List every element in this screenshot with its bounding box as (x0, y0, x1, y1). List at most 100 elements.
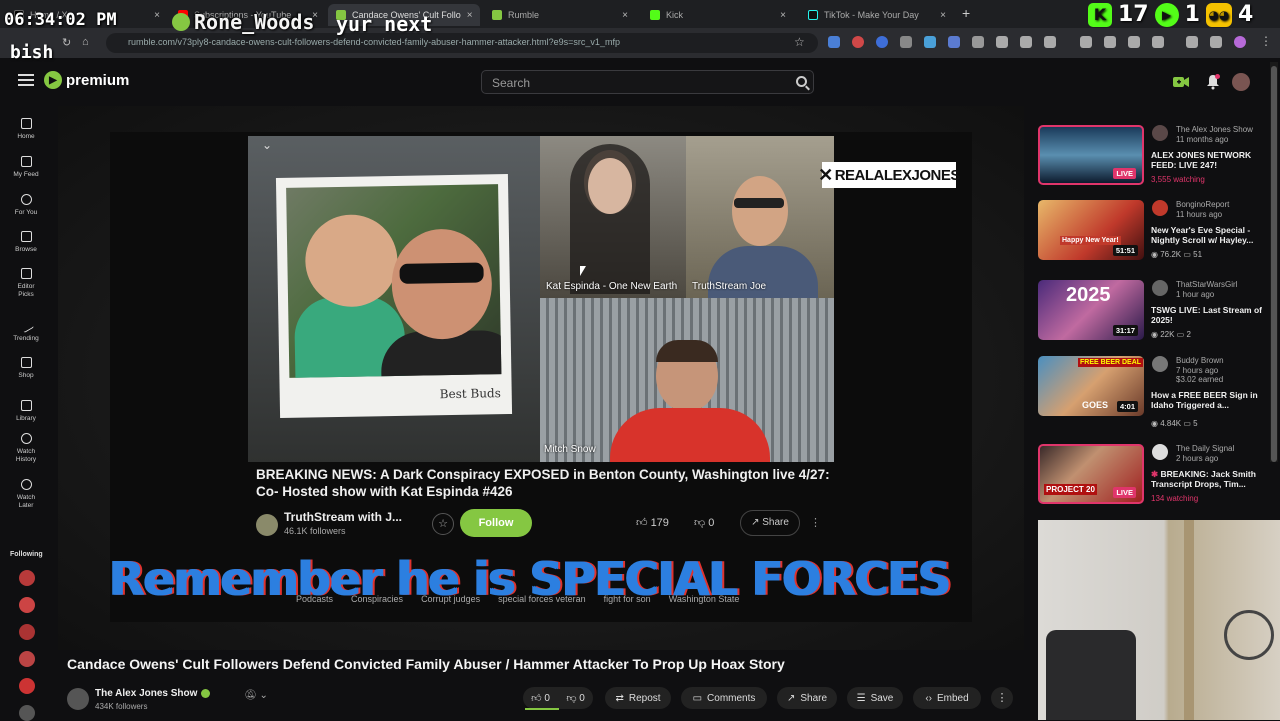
tab-tiktok[interactable]: TikTok - Make Your Day × (800, 4, 954, 26)
label: Repost (628, 692, 661, 704)
following-avatar[interactable] (19, 705, 35, 721)
search-input[interactable]: Search (481, 70, 814, 94)
bookmark-star-icon[interactable]: ☆ (794, 35, 805, 49)
recommendation-item[interactable]: Happy New Year! 51:51 BonginoReport 11 h… (1038, 200, 1268, 262)
new-tab-icon[interactable]: + (962, 5, 970, 21)
extension-icon[interactable] (948, 36, 960, 48)
extension-icon[interactable] (972, 36, 984, 48)
sidebar-item-for-you[interactable]: For You (0, 194, 52, 216)
follower-count: 434K followers (95, 702, 148, 711)
recommendation-item[interactable]: 2025 31:17 ThatStarWarsGirl 1 hour ago T… (1038, 280, 1268, 342)
scrollbar-thumb[interactable] (1271, 66, 1277, 462)
recommendation-item[interactable]: LIVE The Alex Jones Show 11 months ago A… (1038, 125, 1268, 187)
url-field[interactable]: rumble.com/v73ply8-candace-owens-cult-fo… (106, 33, 818, 53)
video-thumbnail[interactable]: FREE BEER DEAL GOES 4:01 (1038, 356, 1144, 416)
channel-avatar[interactable] (1152, 280, 1168, 296)
sidebar-item-editor-picks[interactable]: Editor Picks (0, 268, 52, 299)
more-options-icon[interactable]: ⋮ (991, 687, 1013, 709)
video-thumbnail[interactable]: Happy New Year! 51:51 (1038, 200, 1144, 260)
channel-name[interactable]: The Alex Jones Show (1176, 125, 1253, 134)
thumbnail-text: FREE BEER DEAL (1078, 358, 1144, 367)
like-button[interactable]: 👍︎ 0 (531, 692, 550, 704)
video-title[interactable]: New Year's Eve Special - Nightly Scroll … (1151, 225, 1269, 245)
comments-button[interactable]: ▭ Comments (681, 687, 767, 709)
reload-icon[interactable]: ↻ (62, 36, 71, 49)
video-title[interactable]: ALEX JONES NETWORK FEED: LIVE 247! (1151, 150, 1269, 170)
video-player[interactable]: Best Buds Kat Espinda - One New Earth Tr… (58, 106, 1024, 650)
channel-name[interactable]: The Alex Jones Show (95, 688, 211, 699)
sidebar-item-watch-later[interactable]: Watch Later (0, 479, 52, 510)
extension-icon[interactable] (924, 36, 936, 48)
close-icon[interactable]: × (154, 10, 160, 21)
hamburger-menu-icon[interactable] (18, 74, 34, 86)
avatar[interactable] (1232, 73, 1250, 91)
channel-avatar[interactable] (1152, 356, 1168, 372)
video-thumbnail[interactable]: PROJECT 20 LIVE (1038, 444, 1144, 504)
extension-icon[interactable] (828, 36, 840, 48)
extension-icon[interactable] (1186, 36, 1198, 48)
video-thumbnail[interactable]: LIVE (1038, 125, 1144, 185)
thumbs-up-icon: 👍︎ (531, 693, 545, 704)
following-avatar[interactable] (19, 678, 35, 694)
channel-avatar[interactable] (67, 688, 89, 710)
sidebar-item-shop[interactable]: Shop (0, 357, 52, 379)
extension-icon[interactable] (852, 36, 864, 48)
close-icon[interactable]: × (940, 10, 946, 21)
recommendation-item[interactable]: PROJECT 20 LIVE The Daily Signal 2 hours… (1038, 444, 1268, 506)
tab-kick[interactable]: Kick × (642, 4, 794, 26)
video-title[interactable]: ✱ BREAKING: Jack Smith Transcript Drops,… (1151, 469, 1269, 489)
embed-button[interactable]: ‹› Embed (913, 687, 981, 709)
channel-name[interactable]: Buddy Brown (1176, 356, 1224, 365)
profile-icon[interactable] (1234, 36, 1246, 48)
repost-button[interactable]: ⇄ Repost (605, 687, 671, 709)
comment-icon: ▭ (1181, 419, 1194, 428)
following-avatar[interactable] (19, 651, 35, 667)
menu-dots-icon[interactable]: ⋮ (1260, 34, 1272, 48)
video-stats: ◉ 22K ▭ 2 (1151, 330, 1191, 339)
channel-name[interactable]: BonginoReport (1176, 200, 1229, 209)
channel-avatar[interactable] (1152, 444, 1168, 460)
close-icon[interactable]: × (622, 10, 628, 21)
extension-icon[interactable] (996, 36, 1008, 48)
recommendation-item[interactable]: FREE BEER DEAL GOES 4:01 Buddy Brown 7 h… (1038, 356, 1269, 428)
save-button[interactable]: ☰ Save (847, 687, 903, 709)
tab-rumble[interactable]: Rumble × (484, 4, 636, 26)
stream-stats: K 17 ▶ 1 ◕◕ 4 (1088, 2, 1253, 27)
sidebar-item-home[interactable]: Home (0, 118, 52, 140)
sidebar-item-library[interactable]: Library (0, 400, 52, 422)
close-icon[interactable]: × (780, 10, 786, 21)
upload-icon[interactable] (1172, 73, 1190, 91)
dislike-button[interactable]: 👎︎ 0 (566, 692, 585, 704)
channel-avatar[interactable] (1152, 200, 1168, 216)
extension-icon[interactable] (900, 36, 912, 48)
video-thumbnail[interactable]: 2025 31:17 (1038, 280, 1144, 340)
following-avatar[interactable] (19, 597, 35, 613)
notification-bell-icon[interactable] (1204, 73, 1222, 91)
channel-name[interactable]: ThatStarWarsGirl (1176, 280, 1238, 289)
close-icon[interactable]: × (467, 10, 473, 21)
extension-icon[interactable] (1080, 36, 1092, 48)
sidebar-item-watch-history[interactable]: Watch History (0, 433, 52, 464)
extension-icon[interactable] (1044, 36, 1056, 48)
video-title[interactable]: TSWG LIVE: Last Stream of 2025! (1151, 305, 1269, 325)
sidebar-item-my-feed[interactable]: My Feed (0, 156, 52, 178)
extension-icon[interactable] (1152, 36, 1164, 48)
extension-icon[interactable] (1104, 36, 1116, 48)
extension-icon[interactable] (1128, 36, 1140, 48)
video-title[interactable]: How a FREE BEER Sign in Idaho Triggered … (1151, 390, 1269, 410)
rumble-logo[interactable]: ▶ premium (44, 71, 129, 89)
channel-avatar[interactable] (1152, 125, 1168, 141)
home-icon[interactable]: ⌂ (82, 36, 89, 48)
search-icon[interactable] (796, 76, 807, 87)
chevron-down-icon[interactable]: ⌄ (262, 138, 272, 152)
following-avatar[interactable] (19, 624, 35, 640)
channel-name[interactable]: The Daily Signal (1176, 444, 1234, 453)
share-button[interactable]: ↗ Share (777, 687, 837, 709)
extension-icon[interactable] (1020, 36, 1032, 48)
extension-icon[interactable] (1210, 36, 1222, 48)
sidebar-item-trending[interactable]: Trending (0, 317, 52, 342)
notification-off-icon[interactable]: 🔕︎ ⌄ (244, 690, 268, 701)
extension-icon[interactable] (876, 36, 888, 48)
following-avatar[interactable] (19, 570, 35, 586)
sidebar-item-browse[interactable]: Browse (0, 231, 52, 253)
